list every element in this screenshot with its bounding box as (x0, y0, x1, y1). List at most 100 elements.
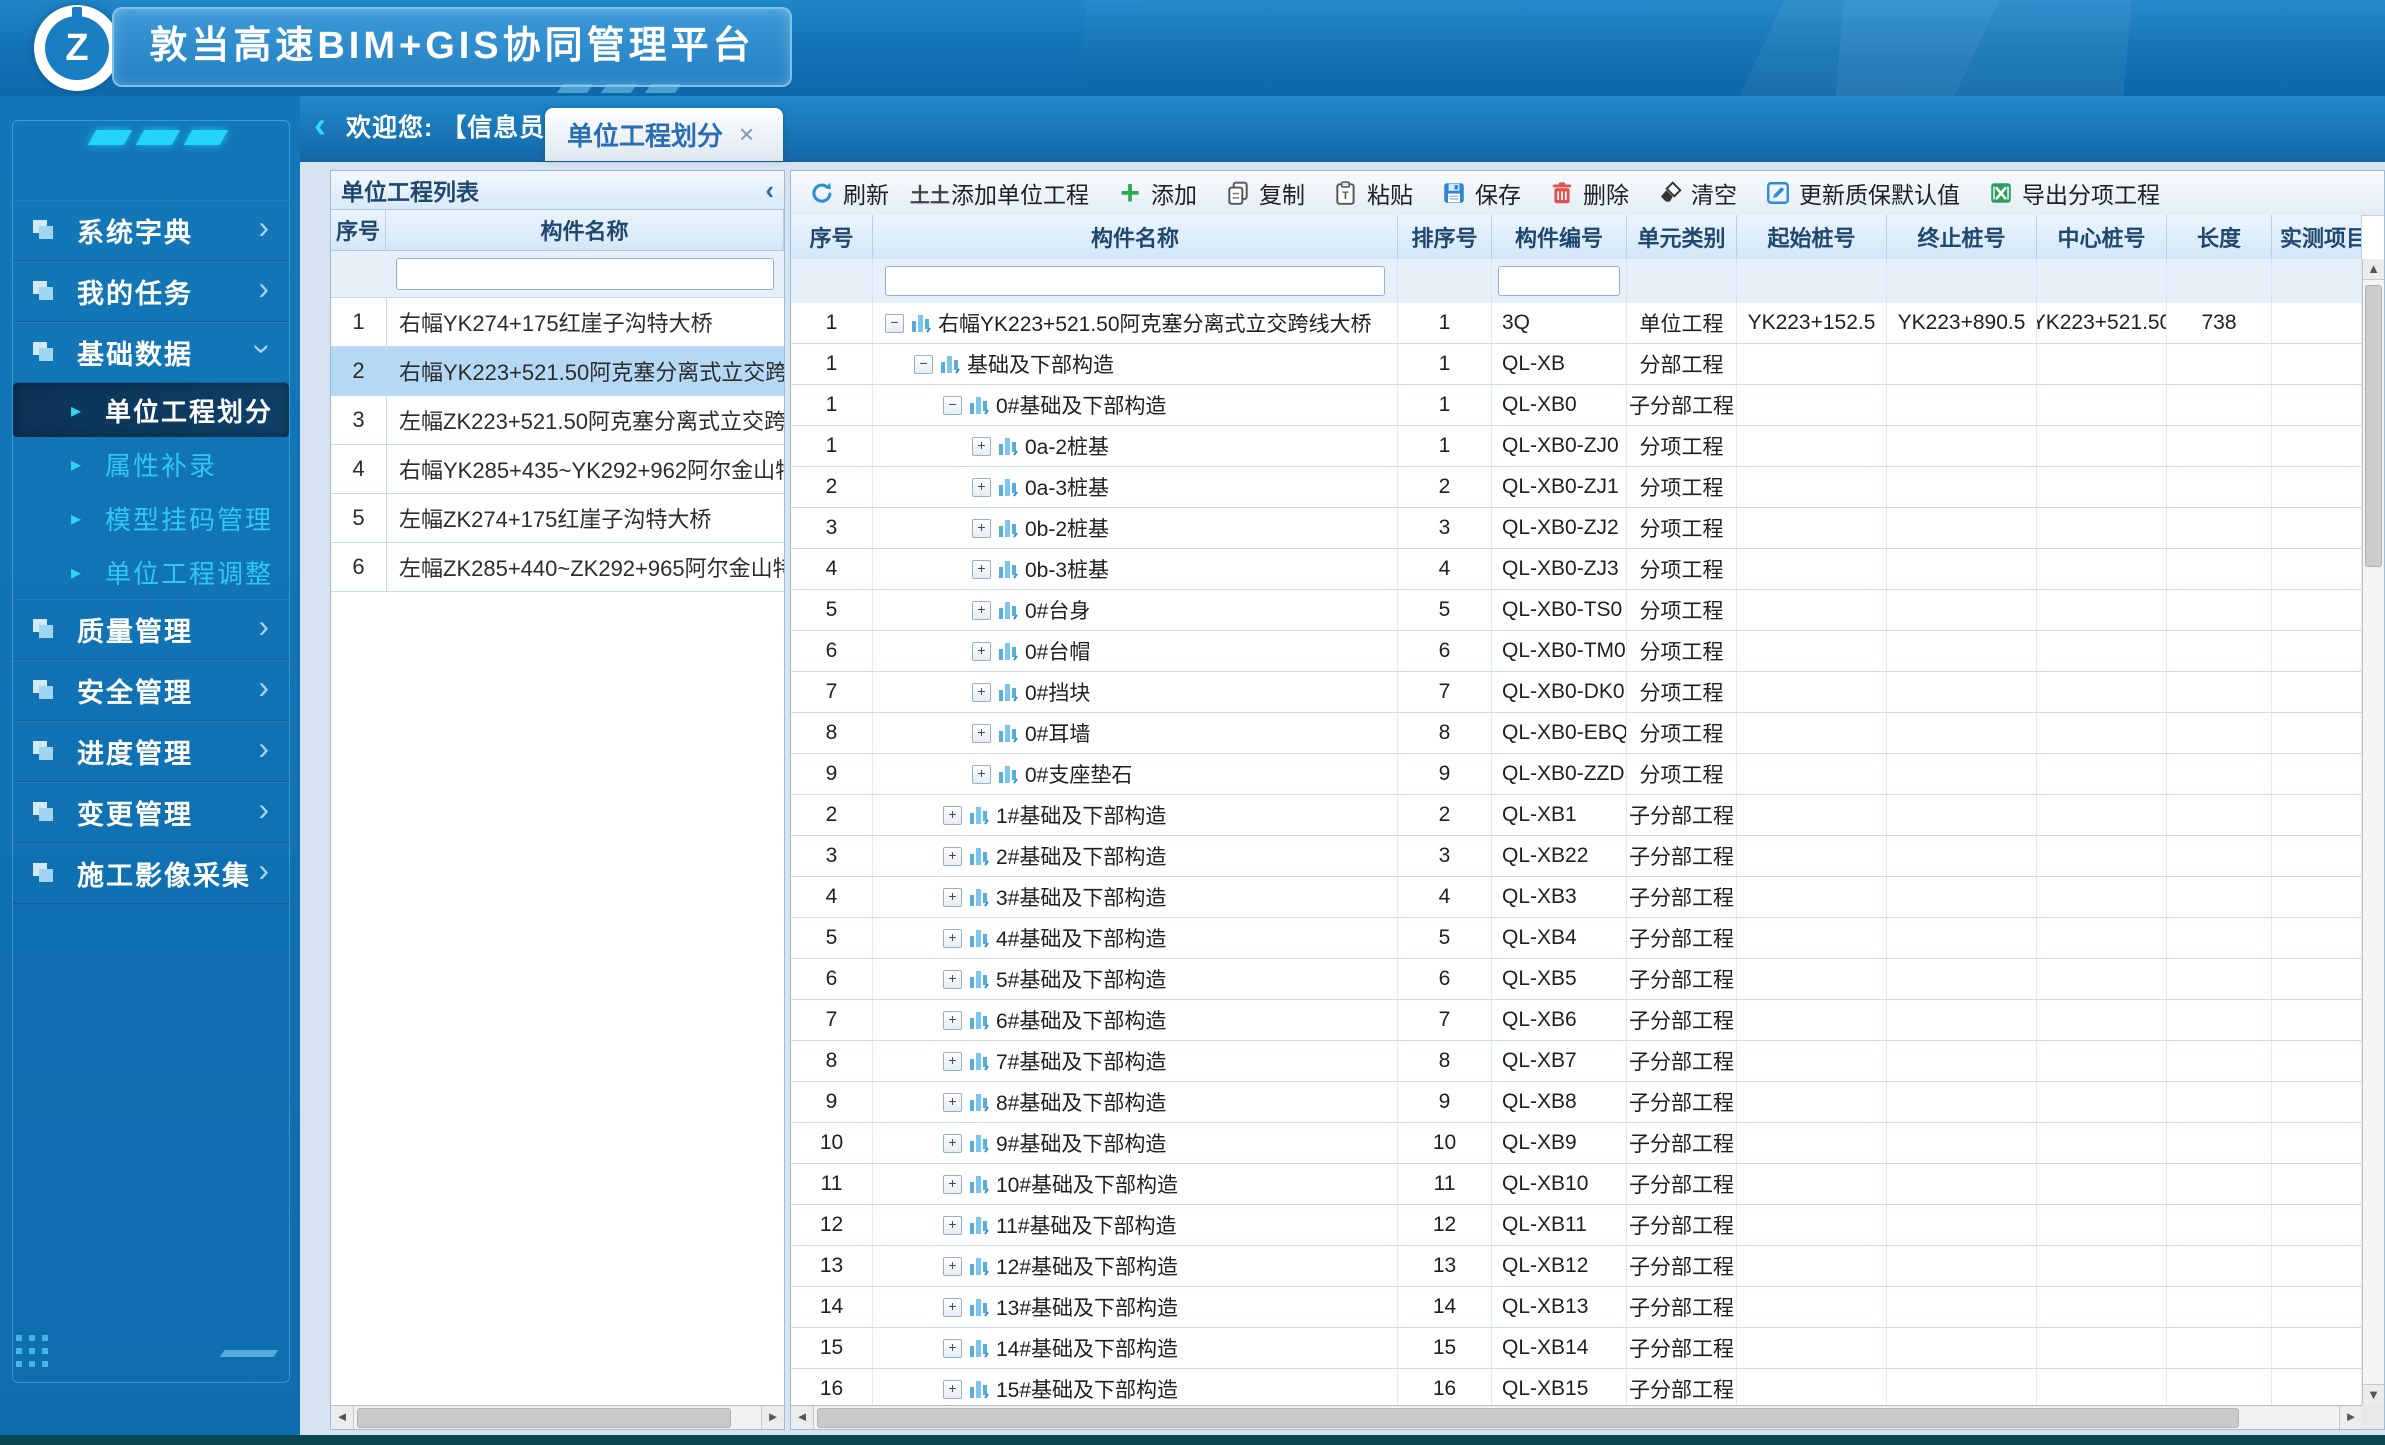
list-item[interactable]: 3左幅ZK223+521.50阿克塞分离式立交跨线大桥 (331, 396, 784, 445)
column-header-2[interactable]: 排序号 (1398, 215, 1492, 259)
clear-button[interactable]: 清空 (1657, 176, 1737, 210)
paste-button[interactable]: T粘贴 (1333, 176, 1413, 210)
collapse-node-icon[interactable]: − (885, 314, 904, 333)
left-column-header-0[interactable]: 序号 (331, 210, 386, 250)
table-row[interactable]: 11+10#基础及下部构造11QL-XB10子分部工程 (791, 1164, 2362, 1205)
sidebar-subitem-2-1[interactable]: ▸属性补录 (13, 437, 289, 491)
left-name-filter-input[interactable] (396, 258, 774, 290)
column-header-9[interactable]: 实测项目数 (2272, 215, 2362, 259)
expand-node-icon[interactable]: + (943, 888, 962, 907)
name-filter-input[interactable] (885, 266, 1385, 296)
scrollbar-thumb[interactable] (357, 1408, 731, 1428)
collapse-node-icon[interactable]: − (943, 396, 962, 415)
table-row[interactable]: 3+2#基础及下部构造3QL-XB22子分部工程 (791, 836, 2362, 877)
list-item[interactable]: 6左幅ZK285+440~ZK292+965阿尔金山特长隧道 (331, 543, 784, 592)
scroll-right-icon[interactable]: ► (2339, 1406, 2362, 1429)
copy-button[interactable]: 复制 (1225, 176, 1305, 210)
expand-node-icon[interactable]: + (943, 1011, 962, 1030)
table-row[interactable]: 1+0a-2桩基1QL-XB0-ZJ0分项工程 (791, 426, 2362, 467)
table-row[interactable]: 9+8#基础及下部构造9QL-XB8子分部工程 (791, 1082, 2362, 1123)
expand-node-icon[interactable]: + (943, 1380, 962, 1399)
table-row[interactable]: 1−0#基础及下部构造1QL-XB0子分部工程 (791, 385, 2362, 426)
scroll-right-icon[interactable]: ► (761, 1406, 784, 1429)
left-column-header-1[interactable]: 构件名称 (386, 210, 784, 250)
expand-node-icon[interactable]: + (943, 1093, 962, 1112)
expand-node-icon[interactable]: + (972, 437, 991, 456)
list-item[interactable]: 2右幅YK223+521.50阿克塞分离式立交跨线大桥 (331, 347, 784, 396)
table-row[interactable]: 5+4#基础及下部构造5QL-XB4子分部工程 (791, 918, 2362, 959)
expand-node-icon[interactable]: + (972, 683, 991, 702)
table-row[interactable]: 5+0#台身5QL-XB0-TS0分项工程 (791, 590, 2362, 631)
table-row[interactable]: 4+3#基础及下部构造4QL-XB3子分部工程 (791, 877, 2362, 918)
collapse-node-icon[interactable]: − (914, 355, 933, 374)
column-header-1[interactable]: 构件名称 (873, 215, 1398, 259)
scrollbar-thumb[interactable] (2365, 285, 2382, 567)
column-header-5[interactable]: 起始桩号 (1737, 215, 1887, 259)
list-item[interactable]: 5左幅ZK274+175红崖子沟特大桥 (331, 494, 784, 543)
sidebar-group-2[interactable]: 基础数据› (13, 322, 289, 383)
expand-node-icon[interactable]: + (972, 724, 991, 743)
column-header-4[interactable]: 单元类别 (1627, 215, 1737, 259)
sidebar-group-7[interactable]: 施工影像采集› (13, 843, 289, 904)
sidebar-subitem-2-0[interactable]: ▸单位工程划分 (13, 383, 289, 437)
vertical-scrollbar[interactable]: ▲ ▼ (2362, 259, 2384, 1405)
expand-node-icon[interactable]: + (972, 560, 991, 579)
column-header-8[interactable]: 长度 (2167, 215, 2272, 259)
expand-node-icon[interactable]: + (943, 806, 962, 825)
table-row[interactable]: 7+0#挡块7QL-XB0-DK0分项工程 (791, 672, 2362, 713)
scroll-up-icon[interactable]: ▲ (2363, 259, 2384, 280)
expand-node-icon[interactable]: + (972, 765, 991, 784)
table-row[interactable]: 8+7#基础及下部构造8QL-XB7子分部工程 (791, 1041, 2362, 1082)
table-row[interactable]: 16+15#基础及下部构造16QL-XB15子分部工程 (791, 1369, 2362, 1405)
panel-collapse-icon[interactable]: ‹ (765, 175, 774, 206)
table-row[interactable]: 6+5#基础及下部构造6QL-XB5子分部工程 (791, 959, 2362, 1000)
add-unit-project-button[interactable]: 土土添加单位工程 (917, 176, 1089, 210)
sidebar-group-3[interactable]: 质量管理› (13, 599, 289, 660)
expand-node-icon[interactable]: + (943, 847, 962, 866)
sidebar-group-5[interactable]: 进度管理› (13, 721, 289, 782)
update-qa-defaults-button[interactable]: 更新质保默认值 (1765, 176, 1960, 210)
table-row[interactable]: 6+0#台帽6QL-XB0-TM0分项工程 (791, 631, 2362, 672)
table-row[interactable]: 1−基础及下部构造1QL-XB分部工程 (791, 344, 2362, 385)
table-row[interactable]: 2+1#基础及下部构造2QL-XB1子分部工程 (791, 795, 2362, 836)
expand-node-icon[interactable]: + (972, 478, 991, 497)
expand-node-icon[interactable]: + (943, 1134, 962, 1153)
column-header-3[interactable]: 构件编号 (1492, 215, 1627, 259)
scrollbar-thumb[interactable] (817, 1408, 2239, 1428)
expand-node-icon[interactable]: + (943, 1216, 962, 1235)
column-header-6[interactable]: 终止桩号 (1887, 215, 2037, 259)
expand-node-icon[interactable]: + (943, 1052, 962, 1071)
sidebar-subitem-2-2[interactable]: ▸模型挂码管理 (13, 491, 289, 545)
expand-node-icon[interactable]: + (943, 1339, 962, 1358)
table-row[interactable]: 9+0#支座垫石9QL-XB0-ZZDS0分项工程 (791, 754, 2362, 795)
expand-node-icon[interactable]: + (943, 1257, 962, 1276)
expand-node-icon[interactable]: + (943, 1175, 962, 1194)
table-row[interactable]: 4+0b-3桩基4QL-XB0-ZJ3分项工程 (791, 549, 2362, 590)
sidebar-group-1[interactable]: 我的任务› (13, 261, 289, 322)
table-row[interactable]: 10+9#基础及下部构造10QL-XB9子分部工程 (791, 1123, 2362, 1164)
expand-node-icon[interactable]: + (943, 1298, 962, 1317)
expand-node-icon[interactable]: + (972, 601, 991, 620)
sidebar-group-4[interactable]: 安全管理› (13, 660, 289, 721)
code-filter-input[interactable] (1498, 266, 1620, 296)
list-item[interactable]: 4右幅YK285+435~YK292+962阿尔金山特长隧道 (331, 445, 784, 494)
expand-node-icon[interactable]: + (943, 929, 962, 948)
expand-node-icon[interactable]: + (972, 519, 991, 538)
tab-unit-project-division[interactable]: 单位工程划分 × (545, 108, 783, 161)
export-subprojects-button[interactable]: 导出分项工程 (1988, 176, 2160, 210)
sidebar-group-0[interactable]: 系统字典› (13, 200, 289, 261)
table-row[interactable]: 3+0b-2桩基3QL-XB0-ZJ2分项工程 (791, 508, 2362, 549)
table-row[interactable]: 14+13#基础及下部构造14QL-XB13子分部工程 (791, 1287, 2362, 1328)
table-row[interactable]: 13+12#基础及下部构造13QL-XB12子分部工程 (791, 1246, 2362, 1287)
left-horizontal-scrollbar[interactable]: ◄ ► (331, 1405, 784, 1429)
sidebar-subitem-2-3[interactable]: ▸单位工程调整 (13, 545, 289, 599)
main-horizontal-scrollbar[interactable]: ◄ ► (791, 1405, 2362, 1429)
column-header-7[interactable]: 中心桩号 (2037, 215, 2167, 259)
tab-close-icon[interactable]: × (739, 119, 754, 150)
add-button[interactable]: +添加 (1117, 176, 1197, 210)
table-row[interactable]: 7+6#基础及下部构造7QL-XB6子分部工程 (791, 1000, 2362, 1041)
expand-node-icon[interactable]: + (943, 970, 962, 989)
table-row[interactable]: 12+11#基础及下部构造12QL-XB11子分部工程 (791, 1205, 2362, 1246)
tab-scroll-left-icon[interactable]: ‹ (314, 104, 326, 146)
scroll-left-icon[interactable]: ◄ (331, 1406, 354, 1429)
